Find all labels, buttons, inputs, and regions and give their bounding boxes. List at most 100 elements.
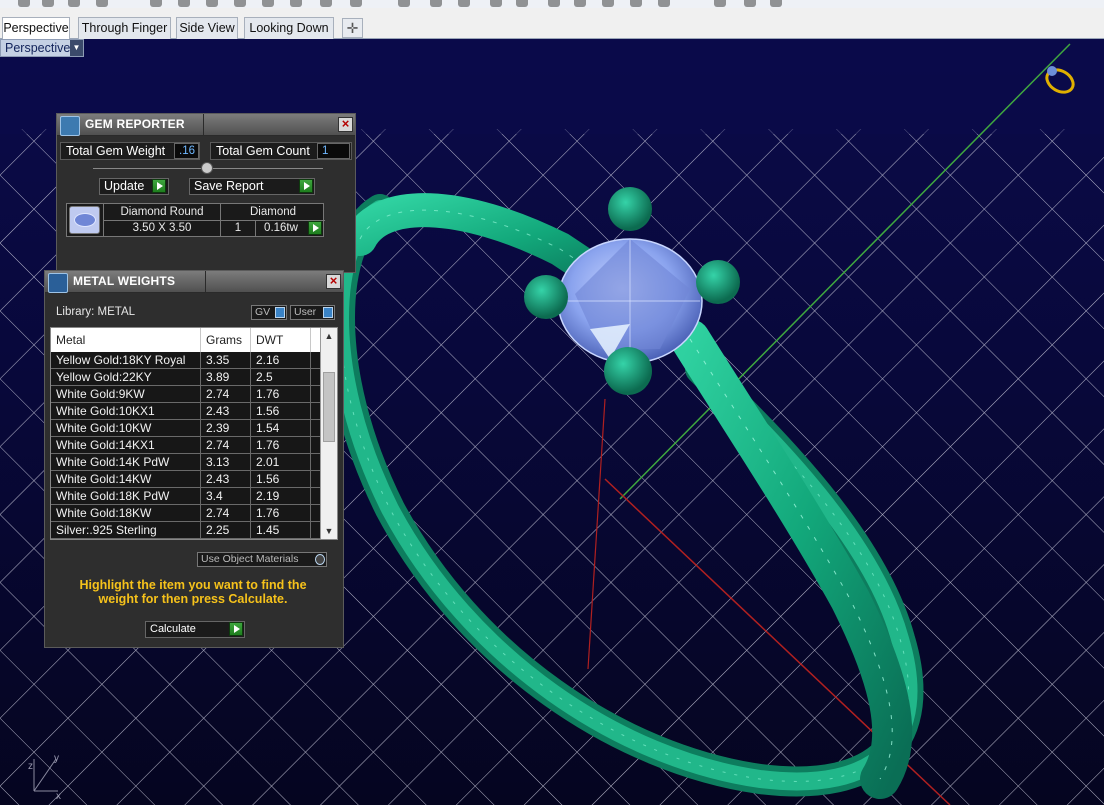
cell-grams: 2.25	[201, 522, 251, 539]
update-arrow-icon[interactable]	[152, 179, 166, 193]
column-metal[interactable]: Metal	[51, 328, 201, 352]
cell-dwt: 1.76	[251, 437, 311, 454]
prong-bottom	[604, 347, 652, 395]
scrollbar-thumb[interactable]	[323, 372, 335, 442]
add-tab-button[interactable]: ✛	[342, 18, 363, 38]
toolbar-icon[interactable]	[744, 0, 756, 7]
metal-weights-title: METAL WEIGHTS	[73, 274, 176, 288]
gem-reporter-titlebar[interactable]: GEM REPORTER ×	[57, 114, 355, 136]
gv-label: GV	[255, 306, 271, 318]
table-row[interactable]: White Gold:18KW 2.74 1.76	[51, 505, 321, 522]
cell-dwt: 1.76	[251, 505, 311, 522]
table-row[interactable]: White Gold:14KW 2.43 1.56	[51, 471, 321, 488]
cell-grams: 3.35	[201, 352, 251, 369]
toolbar-icon[interactable]	[430, 0, 442, 7]
gem-details-arrow-icon[interactable]	[308, 221, 322, 235]
toolbar-icon[interactable]	[350, 0, 362, 7]
toolbar-icon[interactable]	[602, 0, 614, 7]
cell-metal: White Gold:10KW	[51, 420, 201, 437]
gem-weight: 0.16tw	[264, 222, 298, 234]
round-diamond-icon	[69, 206, 100, 234]
toolbar-icon[interactable]	[770, 0, 782, 7]
toolbar-icon[interactable]	[18, 0, 30, 7]
tab-through-finger[interactable]: Through Finger	[78, 17, 171, 39]
toolbar-icon[interactable]	[630, 0, 642, 7]
scroll-down-icon[interactable]: ▼	[321, 523, 337, 539]
cell-dwt: 2.01	[251, 454, 311, 471]
table-row[interactable]: Silver:.925 Sterling 2.25 1.45	[51, 522, 321, 539]
toolbar-icon[interactable]	[714, 0, 726, 7]
cell-metal: White Gold:14K PdW	[51, 454, 201, 471]
column-grams[interactable]: Grams	[201, 328, 251, 352]
gem-reporter-title: GEM REPORTER	[85, 117, 185, 131]
toolbar-icon[interactable]	[290, 0, 302, 7]
toolbar-icon[interactable]	[262, 0, 274, 7]
table-row[interactable]: White Gold:14KX1 2.74 1.76	[51, 437, 321, 454]
chevron-down-icon[interactable]: ▼	[70, 40, 83, 56]
cell-metal: White Gold:10KX1	[51, 403, 201, 420]
table-row[interactable]: Yellow Gold:22KY 3.89 2.5	[51, 369, 321, 386]
cell-dwt: 1.56	[251, 403, 311, 420]
cell-grams: 2.43	[201, 471, 251, 488]
prong-top	[608, 187, 652, 231]
size-slider-handle[interactable]	[201, 162, 213, 174]
metal-weights-icon	[48, 273, 68, 293]
tab-side-view[interactable]: Side View	[176, 17, 238, 39]
toolbar-icon[interactable]	[398, 0, 410, 7]
metal-weights-titlebar[interactable]: METAL WEIGHTS ×	[45, 271, 343, 293]
column-dwt[interactable]: DWT	[251, 328, 311, 352]
cell-metal: White Gold:18K PdW	[51, 488, 201, 505]
cell-metal: Yellow Gold:22KY	[51, 369, 201, 386]
table-header: Metal Grams DWT	[51, 328, 321, 352]
toolbar-icon[interactable]	[150, 0, 162, 7]
calculate-hint: Highlight the item you want to find the …	[79, 578, 307, 606]
toolbar-icon[interactable]	[490, 0, 502, 7]
table-row[interactable]: Yellow Gold:18KY Royal 3.35 2.16	[51, 352, 321, 369]
cell-grams: 2.39	[201, 420, 251, 437]
save-report-arrow-icon[interactable]	[299, 179, 313, 193]
gv-toggle[interactable]: GV	[251, 305, 287, 320]
user-toggle[interactable]: User	[290, 305, 335, 320]
table-row[interactable]: White Gold:10KW 2.39 1.54	[51, 420, 321, 437]
gem-reporter-panel: GEM REPORTER × Total Gem Weight .16 Tota…	[56, 113, 356, 273]
toolbar-icon[interactable]	[68, 0, 80, 7]
save-report-button[interactable]: Save Report	[189, 178, 315, 195]
cell-metal: Silver:.925 Sterling	[51, 522, 201, 539]
table-row[interactable]: White Gold:14K PdW 3.13 2.01	[51, 454, 321, 471]
toolbar-icon[interactable]	[574, 0, 586, 7]
tab-perspective[interactable]: Perspective	[2, 17, 70, 40]
axis-y-label: y	[54, 753, 59, 764]
calculate-label: Calculate	[150, 623, 196, 635]
toolbar-icon[interactable]	[206, 0, 218, 7]
cell-dwt: 1.76	[251, 386, 311, 403]
toolbar-icon[interactable]	[516, 0, 528, 7]
gem-count: 1	[234, 222, 242, 234]
table-scrollbar[interactable]: ▲ ▼	[320, 328, 337, 539]
table-row[interactable]: White Gold:18K PdW 3.4 2.19	[51, 488, 321, 505]
viewport-name: Perspective	[5, 41, 71, 55]
toolbar-icon[interactable]	[178, 0, 190, 7]
toolbar-icon[interactable]	[320, 0, 332, 7]
cell-dwt: 2.5	[251, 369, 311, 386]
cell-grams: 2.74	[201, 437, 251, 454]
calculate-arrow-icon[interactable]	[229, 622, 243, 636]
gem-list-row[interactable]: Diamond Round Diamond 3.50 X 3.50 1 0.16…	[66, 203, 325, 237]
toolbar-icon[interactable]	[42, 0, 54, 7]
viewport-label[interactable]: Perspective ▼	[0, 39, 84, 57]
toolbar-icon[interactable]	[548, 0, 560, 7]
toolbar-icon[interactable]	[658, 0, 670, 7]
close-icon[interactable]: ×	[338, 117, 353, 132]
tab-looking-down[interactable]: Looking Down	[244, 17, 334, 39]
cell-dwt: 1.54	[251, 420, 311, 437]
table-row[interactable]: White Gold:9KW 2.74 1.76	[51, 386, 321, 403]
use-object-materials-toggle[interactable]: Use Object Materials	[197, 552, 327, 567]
user-label: User	[294, 306, 317, 318]
close-icon[interactable]: ×	[326, 274, 341, 289]
toolbar-icon[interactable]	[234, 0, 246, 7]
table-row[interactable]: White Gold:10KX1 2.43 1.56	[51, 403, 321, 420]
toolbar-icon[interactable]	[458, 0, 470, 7]
total-gem-weight-value: .16	[174, 143, 199, 159]
scroll-up-icon[interactable]: ▲	[321, 328, 337, 344]
metal-weights-table[interactable]: Metal Grams DWT Yellow Gold:18KY Royal 3.…	[50, 327, 338, 540]
toolbar-icon[interactable]	[96, 0, 108, 7]
